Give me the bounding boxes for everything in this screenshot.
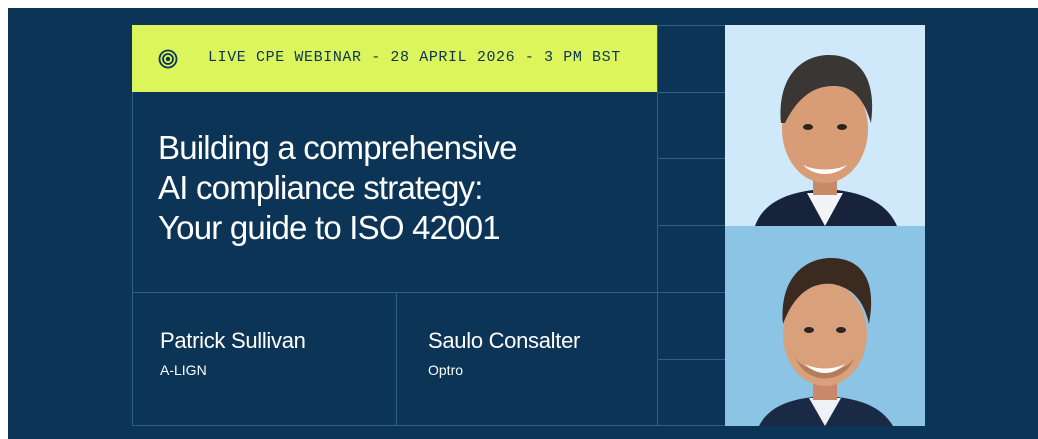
title-line: Building a comprehensive [158,129,518,166]
speaker-photo [725,226,925,426]
frame-line [396,292,397,426]
title-line: AI compliance strategy: [158,169,483,206]
speaker-name: Patrick Sullivan [160,328,306,353]
live-webinar-label: LIVE CPE WEBINAR - 28 APRIL 2026 - 3 PM … [208,49,621,66]
speaker-photo [725,25,925,226]
frame-line [657,225,725,226]
frame-line [657,92,725,93]
frame-line [132,292,725,293]
frame-line [657,359,725,360]
speaker-org: A-LIGN [160,362,207,378]
live-webinar-bar: LIVE CPE WEBINAR - 28 APRIL 2026 - 3 PM … [132,25,657,92]
speaker-name: Saulo Consalter [428,328,581,353]
webinar-banner: LIVE CPE WEBINAR - 28 APRIL 2026 - 3 PM … [8,8,1038,439]
live-broadcast-icon [158,49,178,69]
webinar-title: Building a comprehensive AI compliance s… [158,128,638,248]
title-line: Your guide to ISO 42001 [158,209,501,246]
speaker-org: Optro [428,362,464,378]
frame-line [657,158,725,159]
